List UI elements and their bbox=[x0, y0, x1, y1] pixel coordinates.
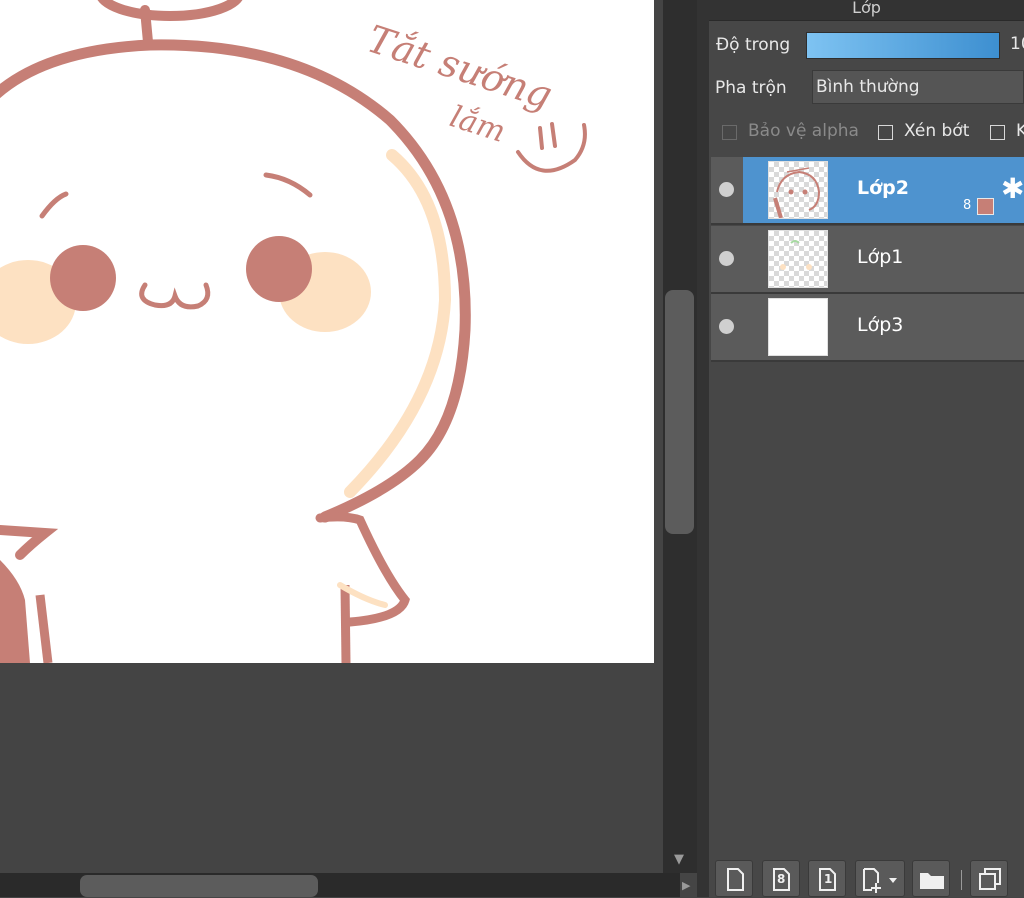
clipping-checkbox[interactable] bbox=[878, 125, 893, 140]
new-1bit-layer-button[interactable]: 1 bbox=[808, 860, 846, 897]
panel-title: Lớp bbox=[709, 0, 1024, 21]
scroll-right-arrow-icon[interactable]: ▶ bbox=[682, 878, 694, 894]
layer-color-chip bbox=[977, 198, 994, 215]
layer-row-lop1[interactable]: Lớp1 bbox=[711, 226, 1024, 294]
drawing-canvas[interactable]: Tắt sướng lắm bbox=[0, 0, 654, 663]
layer-name[interactable]: Lớp2 bbox=[857, 177, 909, 199]
new-folder-icon bbox=[920, 873, 944, 889]
horizontal-scroll-thumb[interactable] bbox=[80, 875, 318, 897]
add-layer-menu-icon bbox=[863, 868, 897, 893]
opacity-slider[interactable] bbox=[806, 32, 1000, 59]
vertical-scroll-thumb[interactable] bbox=[665, 290, 694, 534]
panel-divider[interactable] bbox=[697, 0, 709, 897]
eye-icon bbox=[719, 182, 734, 197]
add-layer-menu-button[interactable] bbox=[855, 860, 905, 897]
btn-8bit-label: 8 bbox=[777, 872, 786, 886]
handwriting-line-2: lắm bbox=[446, 99, 510, 150]
new-8bit-layer-button[interactable]: 8 bbox=[762, 860, 800, 897]
blend-label: Pha trộn bbox=[715, 78, 787, 98]
artwork: Tắt sướng lắm bbox=[0, 0, 587, 663]
visibility-toggle[interactable] bbox=[711, 226, 743, 292]
layer-thumbnail bbox=[768, 298, 828, 356]
layer-row-lop2[interactable]: Lớp2 8 ✱ bbox=[711, 157, 1024, 225]
btn-1bit-label: 1 bbox=[824, 872, 833, 886]
visibility-toggle[interactable] bbox=[711, 294, 743, 360]
gear-icon[interactable]: ✱ bbox=[1001, 175, 1024, 203]
blend-mode-value: Bình thường bbox=[816, 77, 920, 97]
duplicate-layer-button[interactable] bbox=[970, 860, 1008, 897]
toolbar-separator bbox=[961, 870, 962, 890]
duplicate-layer-icon bbox=[979, 868, 1001, 890]
panel-title-text: Lớp bbox=[852, 0, 881, 17]
new-folder-button[interactable] bbox=[912, 860, 950, 897]
opacity-value[interactable]: 100 bbox=[1010, 34, 1024, 54]
clipping-label: Xén bớt bbox=[904, 121, 970, 141]
eye-icon bbox=[719, 251, 734, 266]
layer-row-lop3[interactable]: Lớp3 bbox=[711, 294, 1024, 362]
blend-mode-select[interactable]: Bình thường bbox=[812, 70, 1024, 104]
scroll-down-arrow-icon[interactable]: ▼ bbox=[672, 853, 686, 867]
layer-name[interactable]: Lớp1 bbox=[857, 246, 903, 268]
opacity-label: Độ trong bbox=[716, 35, 791, 55]
lock-label: K bbox=[1016, 121, 1024, 141]
new-layer-button[interactable] bbox=[715, 860, 753, 897]
layer-clip-number: 8 bbox=[963, 198, 972, 213]
layer-name[interactable]: Lớp3 bbox=[857, 314, 903, 336]
eye-icon bbox=[719, 319, 734, 334]
visibility-toggle[interactable] bbox=[711, 157, 743, 223]
layer-thumbnail bbox=[768, 161, 828, 219]
new-layer-icon bbox=[727, 868, 744, 891]
protect-alpha-label: Bảo vệ alpha bbox=[748, 121, 859, 141]
lock-checkbox[interactable] bbox=[990, 125, 1005, 140]
canvas-area[interactable]: Tắt sướng lắm bbox=[0, 0, 663, 897]
protect-alpha-checkbox[interactable] bbox=[722, 125, 737, 140]
layer-thumbnail bbox=[768, 230, 828, 288]
